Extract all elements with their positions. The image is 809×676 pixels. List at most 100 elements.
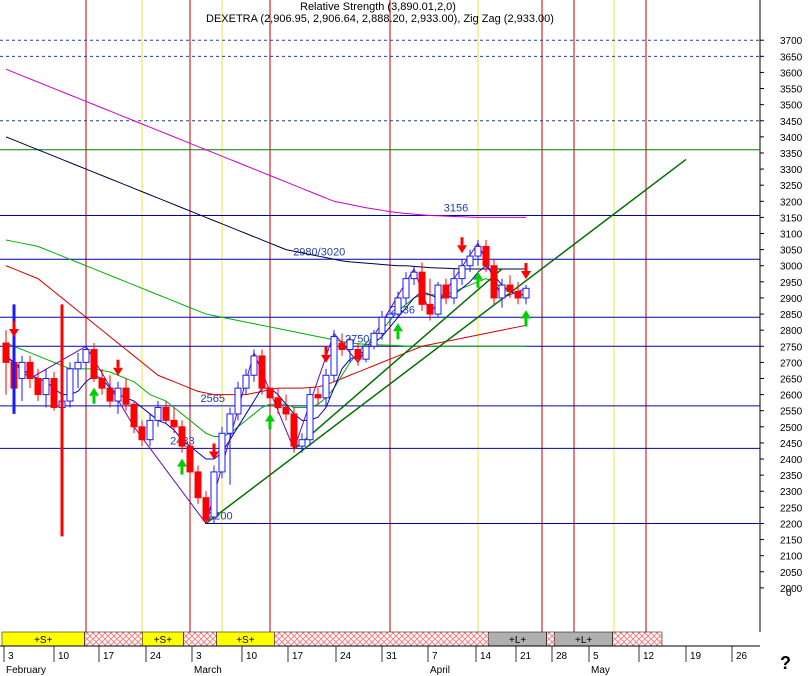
x-tick-label-1: 10 [58,651,70,662]
y-tick-label-10: 2500 [780,423,803,434]
level-label-0: 3156 [444,202,468,214]
candle-body-52 [418,271,426,305]
strip-label-4: +S+ [236,635,255,646]
candle-body-0 [2,342,10,363]
y-tick-label-23: 3150 [780,213,803,224]
x-tick-label-4: 3 [196,651,202,662]
y-tick-label-28: 3400 [780,133,803,144]
candle-body-46 [370,332,378,347]
y-tick-label-5: 2250 [780,503,803,514]
y-tick-label-7: 2350 [780,471,803,482]
y-tick-label-15: 2750 [780,342,803,353]
x-tick-label-7: 24 [340,651,352,662]
candle-body-32 [258,355,266,389]
y-tick-label-19: 2950 [780,278,803,289]
candle-body-44 [354,348,362,360]
y-tick-label-30: 3500 [780,101,803,112]
candle-body-19 [154,406,162,421]
candle-body-59 [474,245,482,257]
y-tick-label-14: 2700 [780,358,803,369]
candle-body-3 [26,361,34,379]
x-tick-label-2: 17 [103,651,115,662]
y-tick-label-17: 2850 [780,310,803,321]
strip-label-8: +L+ [575,635,592,646]
candle-body-2 [18,361,26,379]
y-tick-label-6: 2300 [780,487,803,498]
candle-body-27 [218,432,226,473]
candle-body-39 [314,394,322,399]
candle-body-47 [378,316,386,334]
candle-body-51 [410,271,418,280]
y-tick-label-32: 3600 [780,68,803,79]
x-tick-label-16: 26 [736,651,748,662]
candle-body-17 [138,426,146,441]
candle-body-65 [522,287,530,299]
x-tick-label-14: 12 [643,651,655,662]
candle-body-13 [106,387,114,402]
y-tick-label-34: 3700 [780,36,803,47]
y-tick-label-3: 2150 [780,536,803,547]
strip-segment-5 [274,631,489,647]
candle-body-21 [170,419,178,428]
level-label-2: 2836 [391,304,415,316]
y-zero-label: 0 [786,588,792,599]
candle-body-26 [210,471,218,518]
candle-body-34 [274,397,282,408]
candle-body-9 [74,361,82,370]
candle-body-57 [458,265,466,280]
y-tick-label-27: 3350 [780,149,803,160]
candle-body-12 [98,377,106,389]
candle-body-43 [346,339,354,350]
candle-body-41 [330,336,338,376]
x-tick-label-11: 21 [520,651,532,662]
y-tick-label-11: 2550 [780,407,803,418]
price-chart: 31562980/302028362750256524332200Relativ… [0,0,809,676]
x-month-label-1: March [194,665,222,676]
candle-body-33 [266,387,274,399]
y-tick-label-18: 2900 [780,294,803,305]
y-tick-label-2: 2100 [780,552,803,563]
x-tick-label-9: 7 [432,651,438,662]
y-tick-label-1: 2050 [780,568,803,579]
candle-body-63 [506,284,514,293]
strip-label-6: +L+ [509,635,526,646]
candle-body-45 [362,345,370,360]
candle-body-38 [306,394,314,441]
candle-body-37 [298,439,306,447]
candle-body-64 [514,291,522,299]
candle-body-10 [82,348,90,363]
y-tick-label-25: 3250 [780,181,803,192]
chart-background [0,0,809,676]
candle-body-56 [450,278,458,299]
x-tick-label-12: 28 [556,651,568,662]
strip-label-2: +S+ [154,635,173,646]
x-tick-label-0: 3 [8,651,14,662]
help-button[interactable]: ? [780,653,791,674]
candle-body-14 [114,387,122,402]
y-tick-label-4: 2200 [780,519,803,530]
x-tick-label-13: 5 [593,651,599,662]
strip-segment-9 [612,631,663,647]
y-tick-label-26: 3300 [780,165,803,176]
candle-body-22 [178,426,186,447]
candle-body-62 [498,284,506,299]
candle-body-15 [122,387,130,405]
y-tick-label-22: 3100 [780,230,803,241]
header-line-2: DEXETRA (2,906.95, 2,906.64, 2,888.20, 2… [206,13,554,25]
candle-body-6 [50,377,58,408]
candle-body-11 [90,348,98,379]
candle-body-24 [194,471,202,499]
candle-body-42 [338,342,346,350]
candle-body-20 [162,406,170,421]
y-tick-label-31: 3550 [780,85,803,96]
candle-body-28 [226,413,234,434]
y-tick-label-21: 3050 [780,246,803,257]
y-tick-label-20: 3000 [780,262,803,273]
candle-body-4 [34,377,42,396]
candle-body-23 [186,445,194,473]
candle-body-49 [394,297,402,315]
candle-body-30 [242,374,250,389]
candle-body-29 [234,387,242,415]
candle-body-31 [250,355,258,376]
x-tick-label-8: 31 [386,651,398,662]
